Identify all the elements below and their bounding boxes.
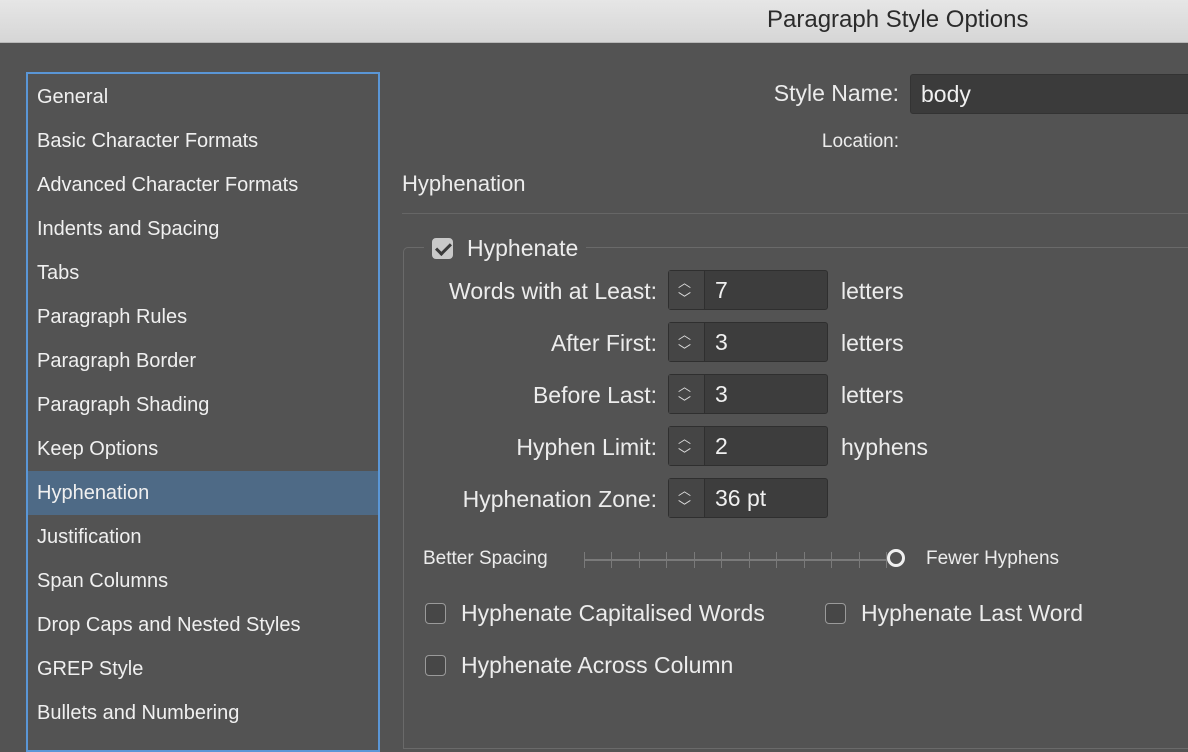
sidebar-item-bullets-and-numbering[interactable]: Bullets and Numbering bbox=[28, 691, 378, 735]
hyphenate-toggle[interactable]: Hyphenate bbox=[424, 232, 587, 264]
sidebar-item-paragraph-rules[interactable]: Paragraph Rules bbox=[28, 295, 378, 339]
hyphen-limit-value[interactable]: 2 bbox=[705, 427, 827, 465]
sidebar-item-hyphenation[interactable]: Hyphenation bbox=[28, 471, 378, 515]
sidebar-item-paragraph-border[interactable]: Paragraph Border bbox=[28, 339, 378, 383]
after-first-label: After First: bbox=[550, 330, 657, 356]
sidebar-item-span-columns[interactable]: Span Columns bbox=[28, 559, 378, 603]
chevron-down-icon[interactable]: ﹀ bbox=[678, 500, 691, 513]
chevron-down-icon[interactable]: ﹀ bbox=[678, 396, 691, 409]
slider-tick bbox=[803, 552, 805, 568]
window-titlebar: Paragraph Style Options bbox=[0, 0, 1188, 43]
hyphenate-capitalised-label: Hyphenate Capitalised Words bbox=[461, 600, 765, 626]
hyphen-limit-arrows[interactable]: ︿ ﹀ bbox=[669, 427, 705, 465]
slider-tick bbox=[776, 552, 778, 568]
slider-tick bbox=[721, 552, 723, 568]
words-min-label: Words with at Least: bbox=[449, 278, 657, 304]
hyphenate-last-word-label: Hyphenate Last Word bbox=[861, 600, 1084, 626]
hyphenate-across-column-label: Hyphenate Across Column bbox=[461, 652, 734, 678]
words-min-unit: letters bbox=[841, 278, 904, 304]
chevron-up-icon[interactable]: ︿ bbox=[678, 432, 691, 445]
after-first-arrows[interactable]: ︿ ﹀ bbox=[669, 323, 705, 361]
sidebar-item-grep-style[interactable]: GREP Style bbox=[28, 647, 378, 691]
hyphenate-last-word-option[interactable]: Hyphenate Last Word bbox=[825, 600, 1083, 627]
slider-tick bbox=[638, 552, 640, 568]
sidebar-item-general[interactable]: General bbox=[28, 75, 378, 119]
section-divider bbox=[402, 213, 1188, 214]
slider-tick bbox=[831, 552, 833, 568]
hyphen-limit-stepper[interactable]: ︿ ﹀ 2 bbox=[668, 426, 828, 466]
words-min-arrows[interactable]: ︿ ﹀ bbox=[669, 271, 705, 309]
words-min-value[interactable]: 7 bbox=[705, 271, 827, 309]
before-last-unit: letters bbox=[841, 382, 904, 408]
sidebar-item-justification[interactable]: Justification bbox=[28, 515, 378, 559]
hyphenate-capitalised-option[interactable]: Hyphenate Capitalised Words bbox=[425, 600, 765, 627]
slider-tick bbox=[666, 552, 668, 568]
style-name-label: Style Name: bbox=[773, 80, 899, 106]
better-spacing-label: Better Spacing bbox=[423, 548, 548, 569]
hyphenation-zone-arrows[interactable]: ︿ ﹀ bbox=[669, 479, 705, 517]
hyphenate-last-word-checkbox[interactable] bbox=[825, 603, 846, 624]
hyphenation-zone-value[interactable]: 36 pt bbox=[705, 479, 827, 517]
after-first-stepper[interactable]: ︿ ﹀ 3 bbox=[668, 322, 828, 362]
sidebar-item-advanced-character-formats[interactable]: Advanced Character Formats bbox=[28, 163, 378, 207]
slider-tick bbox=[693, 552, 695, 568]
sidebar-item-paragraph-shading[interactable]: Paragraph Shading bbox=[28, 383, 378, 427]
hyphenate-checkbox[interactable] bbox=[432, 237, 453, 259]
slider-tick bbox=[584, 552, 585, 568]
hyphen-limit-unit: hyphens bbox=[841, 434, 928, 460]
style-name-input[interactable]: body bbox=[910, 74, 1188, 114]
sidebar-item-drop-caps-and-nested-styles[interactable]: Drop Caps and Nested Styles bbox=[28, 603, 378, 647]
category-list[interactable]: General Basic Character Formats Advanced C… bbox=[26, 72, 380, 752]
spacing-hyphens-slider[interactable] bbox=[582, 548, 905, 572]
after-first-unit: letters bbox=[841, 330, 904, 356]
chevron-down-icon[interactable]: ﹀ bbox=[678, 344, 691, 357]
chevron-down-icon[interactable]: ﹀ bbox=[678, 448, 691, 461]
window-title: Paragraph Style Options bbox=[767, 6, 1029, 33]
chevron-up-icon[interactable]: ︿ bbox=[678, 380, 691, 393]
fewer-hyphens-label: Fewer Hyphens bbox=[926, 548, 1060, 569]
chevron-up-icon[interactable]: ︿ bbox=[678, 484, 691, 497]
words-min-stepper[interactable]: ︿ ﹀ 7 bbox=[668, 270, 828, 310]
hyphenate-capitalised-checkbox[interactable] bbox=[425, 603, 446, 624]
hyphenate-across-column-option[interactable]: Hyphenate Across Column bbox=[425, 652, 733, 679]
hyphenate-across-column-checkbox[interactable] bbox=[425, 655, 446, 676]
slider-tick bbox=[858, 552, 860, 568]
chevron-down-icon[interactable]: ﹀ bbox=[678, 292, 691, 305]
before-last-arrows[interactable]: ︿ ﹀ bbox=[669, 375, 705, 413]
slider-tick bbox=[748, 552, 750, 568]
sidebar-item-keep-options[interactable]: Keep Options bbox=[28, 427, 378, 471]
before-last-value[interactable]: 3 bbox=[705, 375, 827, 413]
hyphenate-label: Hyphenate bbox=[467, 234, 579, 261]
category-list-items: General Basic Character Formats Advanced C… bbox=[28, 75, 378, 735]
slider-thumb[interactable] bbox=[887, 549, 905, 567]
chevron-up-icon[interactable]: ︿ bbox=[678, 328, 691, 341]
slider-track[interactable] bbox=[584, 559, 888, 561]
sidebar-item-basic-character-formats[interactable]: Basic Character Formats bbox=[28, 119, 378, 163]
after-first-value[interactable]: 3 bbox=[705, 323, 827, 361]
hyphenation-zone-stepper[interactable]: ︿ ﹀ 36 pt bbox=[668, 478, 828, 518]
chevron-up-icon[interactable]: ︿ bbox=[678, 276, 691, 289]
slider-tick bbox=[611, 552, 613, 568]
hyphen-limit-label: Hyphen Limit: bbox=[516, 434, 657, 460]
hyphenation-zone-label: Hyphenation Zone: bbox=[462, 486, 657, 512]
before-last-stepper[interactable]: ︿ ﹀ 3 bbox=[668, 374, 828, 414]
section-title: Hyphenation bbox=[402, 171, 526, 196]
sidebar-item-tabs[interactable]: Tabs bbox=[28, 251, 378, 295]
sidebar-item-indents-and-spacing[interactable]: Indents and Spacing bbox=[28, 207, 378, 251]
before-last-label: Before Last: bbox=[532, 382, 657, 408]
location-label: Location: bbox=[821, 131, 899, 152]
